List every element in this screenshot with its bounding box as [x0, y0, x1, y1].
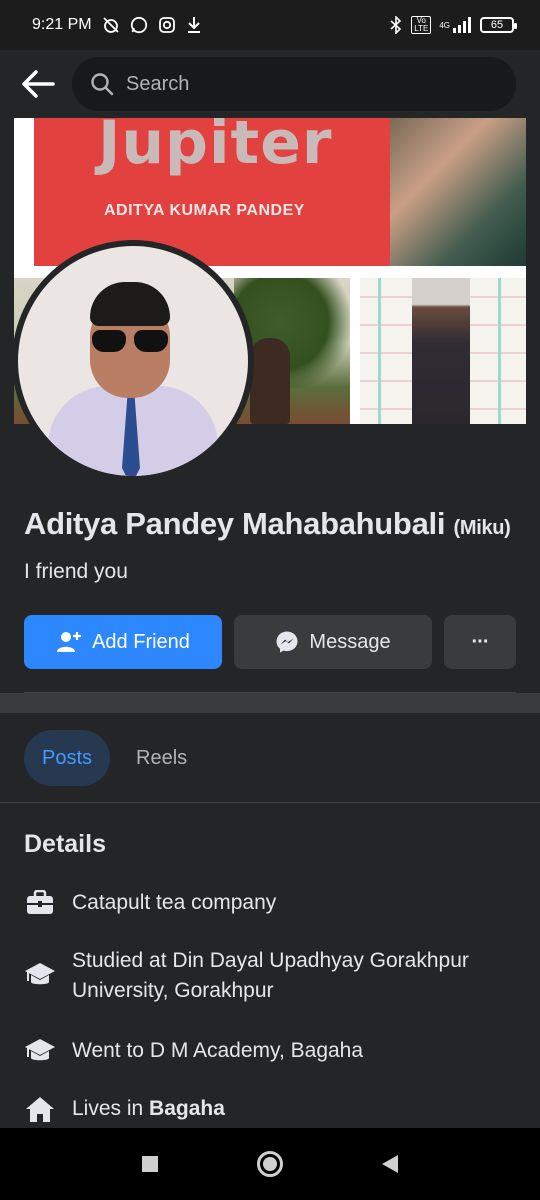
- cover-kid-photo: [412, 278, 470, 424]
- profile-name: Aditya Pandey Mahabahubali (Miku): [24, 506, 511, 542]
- section-divider: [0, 693, 540, 713]
- add-friend-label: Add Friend: [92, 630, 190, 653]
- tabs-divider: [0, 802, 540, 803]
- detail-lives-in-text: Lives in Bagaha: [72, 1094, 225, 1124]
- back-nav-button[interactable]: [372, 1146, 408, 1182]
- search-icon: [91, 73, 114, 96]
- system-nav-bar: [0, 1128, 540, 1200]
- volte-icon: Vo LTE: [411, 16, 432, 34]
- profile-tabs: Posts Reels: [24, 730, 205, 786]
- detail-work[interactable]: Catapult tea company: [24, 888, 494, 918]
- detail-university[interactable]: Studied at Din Dayal Upadhyay Gorakhpur …: [24, 946, 494, 1006]
- cover-card: Jupiter ADITYA KUMAR PANDEY: [34, 118, 404, 266]
- add-friend-icon: [57, 632, 82, 652]
- more-options-button[interactable]: ···: [444, 615, 516, 669]
- profile-picture[interactable]: [12, 240, 254, 482]
- lives-in-prefix: Lives in: [72, 1097, 150, 1120]
- search-input[interactable]: [126, 72, 498, 96]
- square-icon: [142, 1156, 158, 1172]
- cover-hand-photo: [390, 118, 526, 266]
- profile-name-text: Aditya Pandey Mahabahubali: [24, 506, 446, 541]
- message-button[interactable]: Message: [234, 615, 432, 669]
- home-icon: [24, 1094, 56, 1124]
- triangle-back-icon: [382, 1155, 398, 1173]
- lives-in-place: Bagaha: [149, 1097, 225, 1120]
- detail-work-text: Catapult tea company: [72, 891, 277, 914]
- download-icon: [186, 16, 202, 34]
- add-friend-button[interactable]: Add Friend: [24, 615, 222, 669]
- bluetooth-icon: [389, 16, 403, 34]
- whatsapp-icon: [130, 16, 148, 34]
- recents-button[interactable]: [132, 1146, 168, 1182]
- graduation-cap-icon: [24, 1036, 56, 1066]
- avatar: [18, 246, 248, 476]
- search-bar[interactable]: [72, 57, 516, 111]
- cover-card-name: ADITYA KUMAR PANDEY: [104, 202, 305, 219]
- arrow-left-icon: [22, 70, 55, 98]
- cover-card-title: Jupiter: [98, 118, 333, 178]
- message-label: Message: [309, 630, 391, 653]
- tab-posts[interactable]: Posts: [24, 730, 111, 786]
- profile-actions: Add Friend Message ···: [24, 615, 516, 669]
- top-bar: [0, 50, 540, 118]
- alarm-off-icon: [102, 16, 120, 34]
- messenger-icon: [276, 631, 298, 653]
- profile-bio: I friend you: [24, 560, 128, 583]
- detail-school[interactable]: Went to D M Academy, Bagaha: [24, 1036, 494, 1066]
- detail-lives-in[interactable]: Lives in Bagaha: [24, 1094, 494, 1124]
- detail-school-text: Went to D M Academy, Bagaha: [72, 1039, 364, 1062]
- status-time: 9:21 PM: [32, 16, 92, 33]
- circle-icon: [257, 1151, 283, 1177]
- profile-nickname: (Miku): [453, 517, 511, 539]
- cover-person: [250, 338, 290, 424]
- briefcase-icon: [24, 888, 56, 918]
- graduation-cap-icon: [24, 960, 56, 990]
- avatar-sunglasses: [92, 330, 168, 352]
- avatar-hair: [90, 282, 170, 326]
- battery-icon: 65: [480, 17, 517, 33]
- tab-reels[interactable]: Reels: [118, 730, 205, 786]
- status-bar: 9:21 PM Vo LTE 4G 65: [0, 0, 540, 50]
- details-title: Details: [24, 830, 106, 858]
- home-button[interactable]: [252, 1146, 288, 1182]
- signal-icon: 4G: [439, 16, 472, 34]
- more-dots-icon: ···: [471, 630, 490, 653]
- detail-university-text: Studied at Din Dayal Upadhyay Gorakhpur …: [72, 949, 469, 1002]
- instagram-icon: [158, 16, 176, 34]
- back-button[interactable]: [16, 62, 60, 106]
